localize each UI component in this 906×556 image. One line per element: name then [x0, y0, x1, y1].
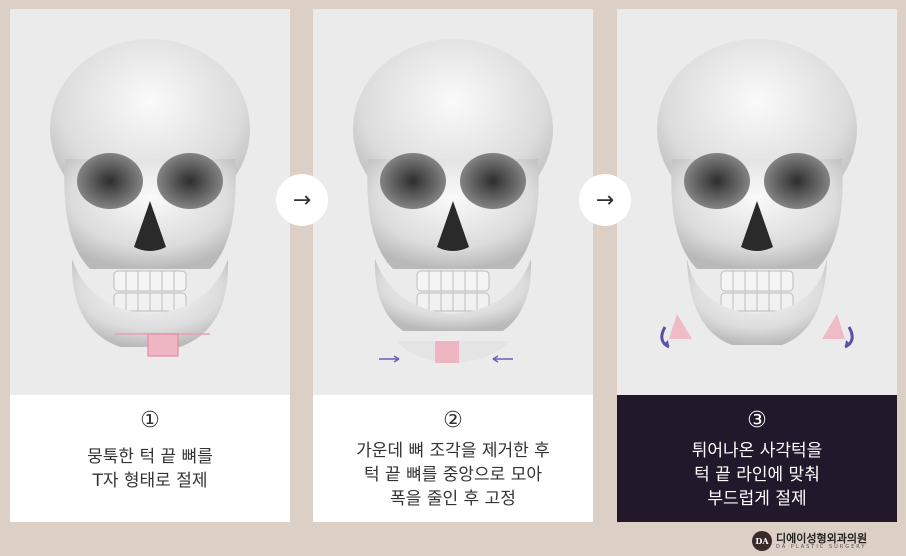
caption-line: 턱 끝 라인에 맞춰	[694, 465, 820, 485]
step-number: ①	[140, 408, 160, 433]
caption-line: 뭉툭한 턱 끝 뼈를	[87, 447, 213, 467]
brand-logo-block: DA 디에이성형외과의원 DA PLASTIC SURGERY	[752, 530, 902, 552]
skull-illustration-2	[313, 9, 593, 395]
step-panel-1: ① 뭉툭한 턱 끝 뼈를 T자 형태로 절제	[10, 9, 290, 522]
caption-line: T자 형태로 절제	[92, 471, 208, 491]
clinic-subtitle: DA PLASTIC SURGERY	[776, 544, 867, 550]
skull-illustration-1	[10, 9, 290, 395]
step-caption-2: ② 가운데 뼈 조각을 제거한 후 턱 끝 뼈를 중앙으로 모아 폭을 줄인 후…	[313, 395, 593, 522]
caption-line: 폭을 줄인 후 고정	[390, 489, 516, 509]
step-number: ③	[747, 408, 767, 433]
step-caption-1: ① 뭉툭한 턱 끝 뼈를 T자 형태로 절제	[10, 395, 290, 522]
caption-line: 튀어나온 사각턱을	[691, 441, 823, 461]
skull-illustration-3	[617, 9, 897, 395]
caption-line: 부드럽게 절제	[707, 489, 807, 509]
step-number: ②	[443, 408, 463, 433]
clinic-logo-icon: DA	[752, 531, 772, 551]
step-caption-3: ③ 튀어나온 사각턱을 턱 끝 라인에 맞춰 부드럽게 절제	[617, 395, 897, 522]
step-panel-2: ② 가운데 뼈 조각을 제거한 후 턱 끝 뼈를 중앙으로 모아 폭을 줄인 후…	[313, 9, 593, 522]
caption-line: 턱 끝 뼈를 중앙으로 모아	[363, 465, 542, 485]
caption-line: 가운데 뼈 조각을 제거한 후	[356, 441, 550, 461]
right-arrow-icon: →	[276, 174, 328, 226]
right-arrow-icon: →	[579, 174, 631, 226]
step-panel-3: ③ 튀어나온 사각턱을 턱 끝 라인에 맞춰 부드럽게 절제	[617, 9, 897, 522]
